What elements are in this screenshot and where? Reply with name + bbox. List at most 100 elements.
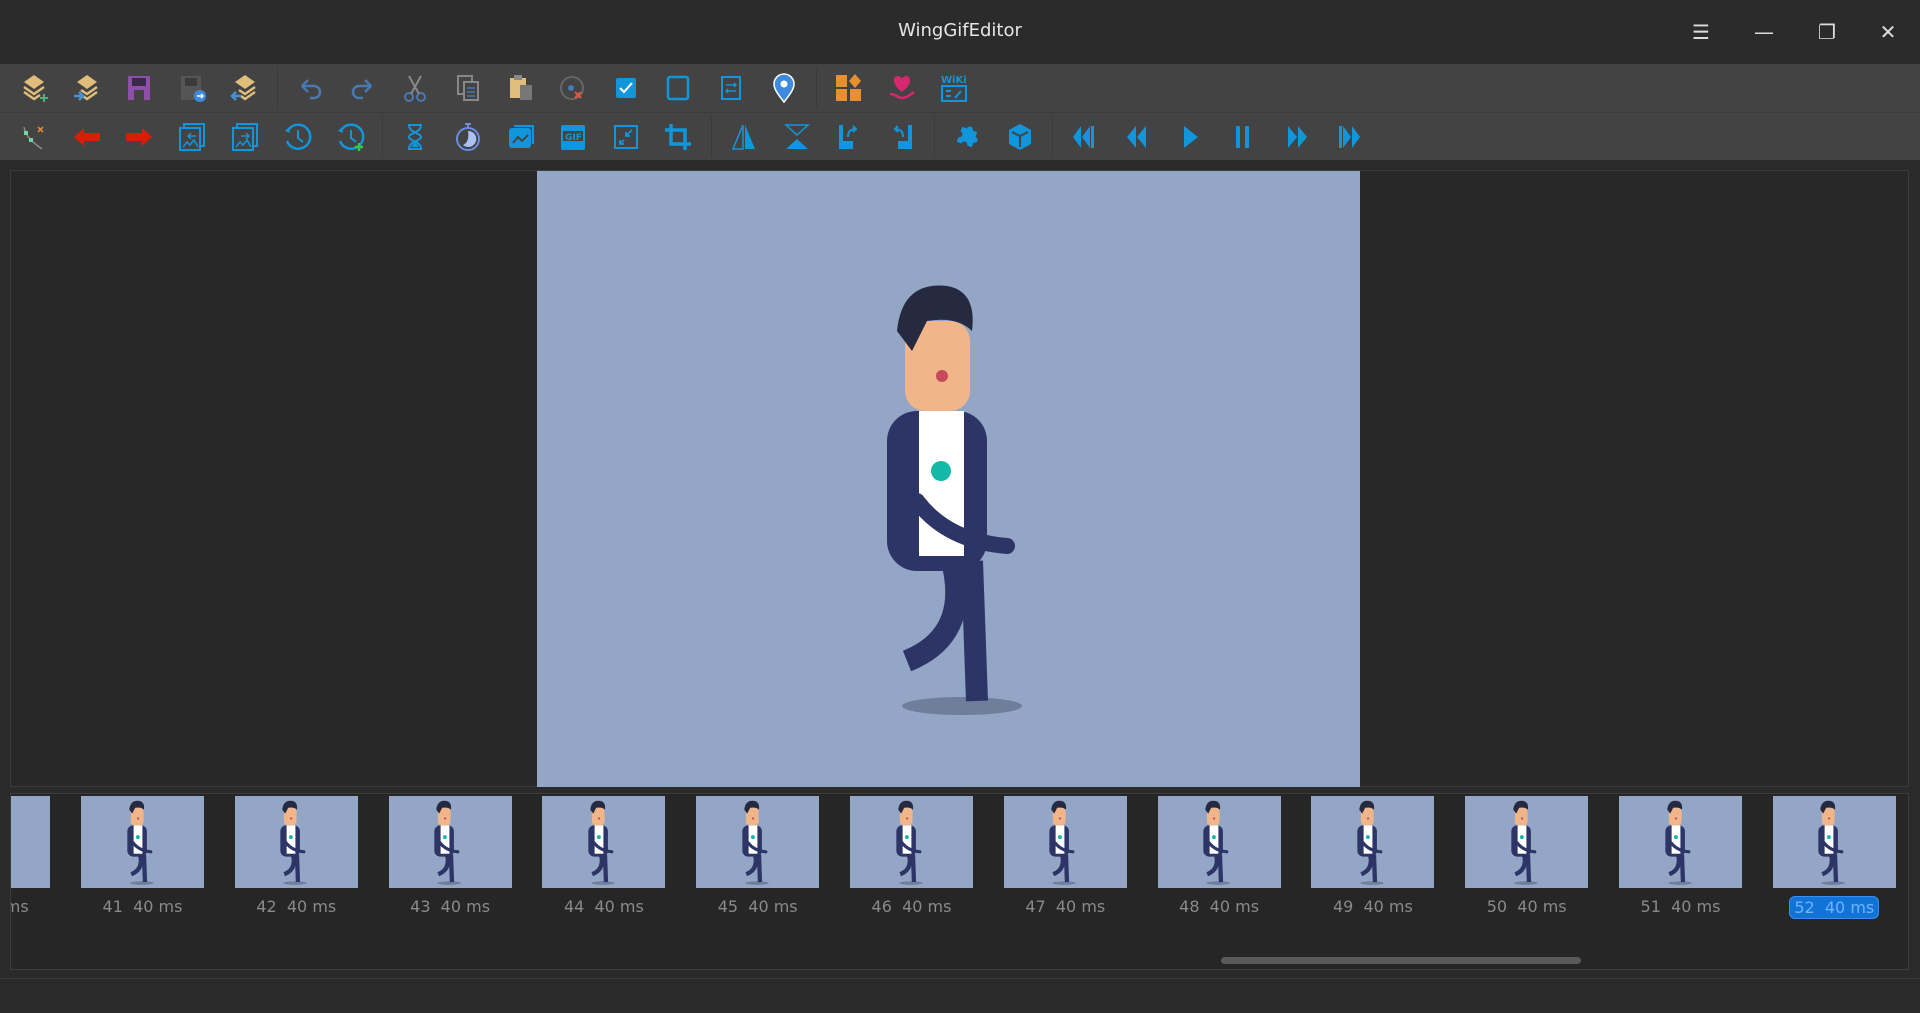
flip-horizontal-button[interactable] bbox=[718, 115, 771, 159]
frame-delay: 40 ms bbox=[748, 897, 798, 916]
toolbar-separator bbox=[710, 116, 712, 157]
crop-icon bbox=[665, 123, 692, 150]
redo-button[interactable] bbox=[337, 66, 390, 110]
character-thumbnail bbox=[582, 796, 626, 886]
layers-export-icon bbox=[229, 75, 256, 101]
restore-button[interactable]: ❐ bbox=[1809, 14, 1845, 50]
rotate-left-button[interactable] bbox=[823, 115, 876, 159]
hourglass-button[interactable] bbox=[389, 115, 442, 159]
frame-delay: 40 ms bbox=[594, 897, 644, 916]
frame-delay: 40 ms bbox=[286, 897, 337, 916]
insert-after-button[interactable] bbox=[218, 115, 271, 159]
search-remove-button[interactable] bbox=[547, 66, 600, 110]
puzzle-icon bbox=[957, 126, 978, 147]
frame-item[interactable]: 47 40 ms bbox=[1003, 796, 1127, 917]
last-frame-button[interactable] bbox=[1322, 115, 1375, 159]
clock-add-button[interactable] bbox=[324, 115, 377, 159]
insert-before-icon bbox=[179, 122, 206, 151]
clock-rewind-button[interactable] bbox=[271, 115, 324, 159]
frame-thumbnail bbox=[850, 796, 973, 888]
frame-item[interactable]: 51 40 ms bbox=[1619, 796, 1742, 917]
frame-index: 42 bbox=[256, 897, 277, 916]
picture-frame-button[interactable] bbox=[494, 115, 547, 159]
puzzle-button[interactable] bbox=[941, 115, 994, 159]
frame-item[interactable]: 42 40 ms bbox=[234, 796, 358, 917]
select-all-button[interactable] bbox=[600, 66, 653, 110]
frame-strip: 40 40 ms 41 40 ms 42 40 ms 43 40 ms 44 4… bbox=[10, 793, 1909, 970]
last-frame-icon bbox=[1338, 125, 1360, 148]
flip-horizontal-icon bbox=[731, 124, 756, 150]
frame-item[interactable]: 48 40 ms bbox=[1157, 796, 1281, 917]
clock-rewind-icon bbox=[285, 122, 312, 150]
frame-label: 40 40 ms bbox=[11, 896, 33, 917]
arrow-right-button[interactable] bbox=[113, 115, 166, 159]
minimize-button[interactable]: — bbox=[1746, 14, 1782, 50]
frame-index: 51 bbox=[1640, 897, 1661, 916]
deselect-button[interactable] bbox=[652, 66, 705, 110]
frame-item[interactable]: 41 40 ms bbox=[81, 796, 204, 917]
horizontal-scrollbar[interactable] bbox=[1221, 957, 1581, 964]
paste-icon bbox=[509, 75, 532, 100]
layers-export-button[interactable] bbox=[218, 66, 271, 110]
title-bar: WingGifEditor ☰ — ❐ ✕ bbox=[0, 0, 1920, 64]
cube-icon bbox=[1008, 123, 1031, 150]
gif-button[interactable]: GIF bbox=[547, 115, 600, 159]
layers-add-button[interactable] bbox=[8, 66, 61, 110]
invert-selection-icon bbox=[721, 76, 742, 100]
resize-button[interactable] bbox=[600, 115, 653, 159]
next-frame-button[interactable] bbox=[1270, 115, 1323, 159]
frame-item[interactable]: 44 40 ms bbox=[542, 796, 666, 917]
invert-selection-button[interactable] bbox=[705, 66, 758, 110]
character-thumbnail bbox=[274, 796, 318, 886]
crop-button[interactable] bbox=[652, 115, 705, 159]
copy-icon bbox=[457, 75, 480, 101]
wiki-button[interactable]: WiKi bbox=[928, 66, 981, 110]
rotate-right-icon bbox=[893, 124, 912, 149]
frame-item[interactable]: 40 40 ms bbox=[11, 796, 51, 917]
insert-after-icon bbox=[231, 122, 258, 151]
frame-item[interactable]: 50 40 ms bbox=[1465, 796, 1589, 917]
frame-delay: 40 ms bbox=[1671, 897, 1721, 916]
save-button[interactable] bbox=[113, 66, 166, 110]
stopwatch-button[interactable] bbox=[442, 115, 495, 159]
cut-button[interactable] bbox=[389, 66, 442, 110]
character-thumbnail bbox=[121, 796, 165, 886]
hourglass-icon bbox=[408, 123, 423, 150]
layers-import-button[interactable] bbox=[61, 66, 114, 110]
cube-button[interactable] bbox=[994, 115, 1047, 159]
frame-thumbnail bbox=[234, 796, 358, 888]
location-pin-button[interactable] bbox=[757, 66, 810, 110]
frame-item[interactable]: 43 40 ms bbox=[388, 796, 512, 917]
flip-vertical-button[interactable] bbox=[770, 115, 823, 159]
close-button[interactable]: ✕ bbox=[1870, 14, 1906, 50]
pause-button[interactable] bbox=[1217, 115, 1270, 159]
paste-button[interactable] bbox=[494, 66, 547, 110]
previous-frame-button[interactable] bbox=[1112, 115, 1165, 159]
heart-hand-button[interactable] bbox=[876, 66, 929, 110]
save-as-icon bbox=[181, 76, 207, 102]
frame-thumbnail bbox=[542, 796, 666, 888]
frame-item[interactable]: 46 40 ms bbox=[850, 796, 973, 917]
frame-label: 42 40 ms bbox=[252, 896, 340, 917]
frame-item[interactable]: 52 40 ms bbox=[1772, 796, 1896, 919]
save-as-button[interactable] bbox=[166, 66, 219, 110]
path-tool-button[interactable] bbox=[8, 115, 61, 159]
arrow-left-button[interactable] bbox=[61, 115, 114, 159]
frame-index: 52 bbox=[1794, 898, 1815, 917]
rotate-right-button[interactable] bbox=[876, 115, 929, 159]
frame-thumbnail bbox=[1003, 796, 1127, 888]
frame-item[interactable]: 49 40 ms bbox=[1311, 796, 1435, 917]
copy-button[interactable] bbox=[442, 66, 495, 110]
menu-button[interactable]: ☰ bbox=[1683, 14, 1719, 50]
insert-before-button[interactable] bbox=[166, 115, 219, 159]
frame-item[interactable]: 45 40 ms bbox=[696, 796, 820, 917]
undo-button[interactable] bbox=[284, 66, 337, 110]
first-frame-button[interactable] bbox=[1059, 115, 1112, 159]
toolbar-separator bbox=[815, 68, 817, 108]
play-button[interactable] bbox=[1164, 115, 1217, 159]
character-thumbnail bbox=[736, 796, 780, 886]
frame-thumbnail bbox=[1311, 796, 1435, 888]
tiles-button[interactable] bbox=[823, 66, 876, 110]
svg-text:WiKi: WiKi bbox=[941, 75, 967, 86]
path-tool-icon bbox=[23, 125, 44, 150]
